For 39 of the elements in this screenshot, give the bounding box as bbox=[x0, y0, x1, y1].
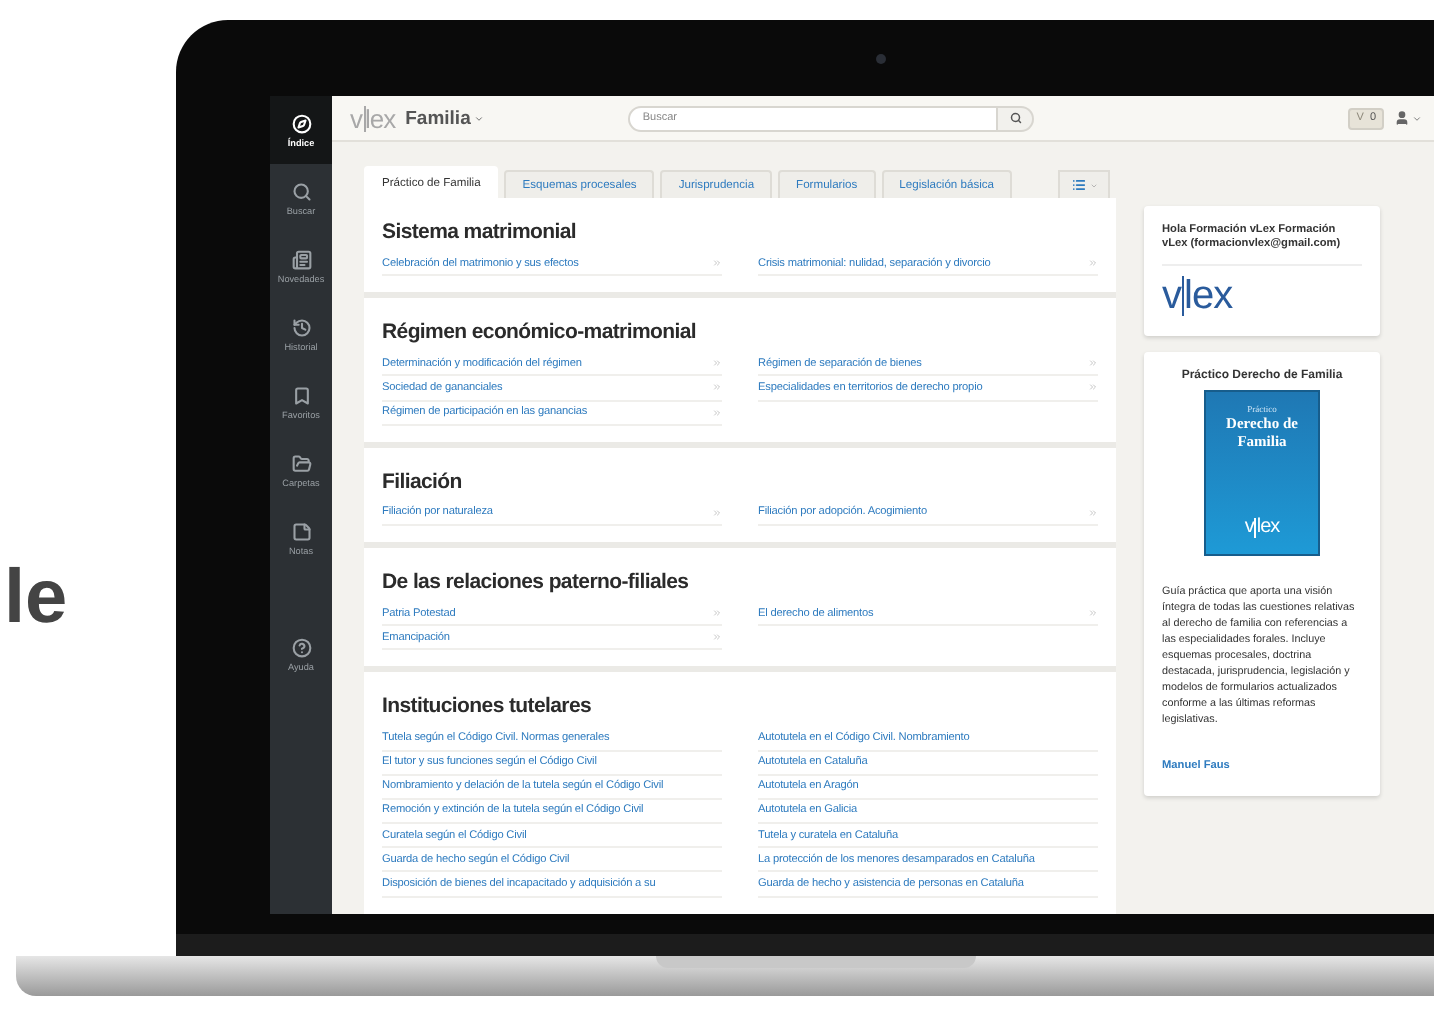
section-heading: Filiación bbox=[382, 467, 464, 496]
caret-icon bbox=[1412, 113, 1422, 123]
double-chevron-icon bbox=[1088, 507, 1098, 518]
user-menu-button[interactable] bbox=[1394, 110, 1422, 126]
double-chevron-icon bbox=[1088, 608, 1098, 619]
section-heading: Régimen económico-matrimonial bbox=[382, 318, 698, 347]
section-dropdown[interactable]: Familia bbox=[405, 107, 485, 129]
caret-icon bbox=[474, 113, 485, 123]
newspaper-icon bbox=[291, 249, 311, 269]
double-chevron-icon bbox=[1088, 258, 1098, 269]
double-chevron-icon bbox=[712, 608, 722, 619]
logo: vlex bbox=[1244, 517, 1280, 538]
double-chevron-icon bbox=[712, 382, 722, 393]
double-chevron-icon bbox=[1088, 382, 1098, 393]
double-chevron-icon bbox=[712, 258, 722, 269]
bookmark-icon bbox=[291, 385, 311, 405]
search-button[interactable] bbox=[998, 105, 1035, 131]
section-heading: Instituciones tutelares bbox=[382, 692, 594, 721]
double-chevron-icon bbox=[712, 507, 722, 518]
history-icon bbox=[291, 317, 311, 337]
double-chevron-icon bbox=[712, 407, 722, 418]
view-button[interactable] bbox=[1058, 170, 1110, 198]
double-chevron-icon bbox=[1088, 358, 1098, 369]
camera-icon bbox=[876, 53, 886, 63]
user-icon bbox=[1394, 110, 1410, 126]
double-chevron-icon bbox=[712, 632, 722, 643]
logo: vlex bbox=[350, 105, 396, 131]
note-icon bbox=[291, 521, 311, 541]
compass-icon bbox=[291, 113, 311, 133]
logo: vlex bbox=[1162, 275, 1233, 316]
backdrop-text: le bbox=[4, 560, 70, 636]
double-chevron-icon bbox=[712, 358, 722, 369]
folder-icon bbox=[291, 453, 311, 473]
section-heading: De las relaciones paterno-filiales bbox=[382, 567, 691, 596]
section-heading: Sistema matrimonial bbox=[382, 218, 579, 246]
list-icon bbox=[1071, 178, 1085, 192]
search-icon bbox=[1009, 112, 1022, 124]
search-icon bbox=[291, 181, 311, 201]
help-icon bbox=[291, 637, 311, 657]
